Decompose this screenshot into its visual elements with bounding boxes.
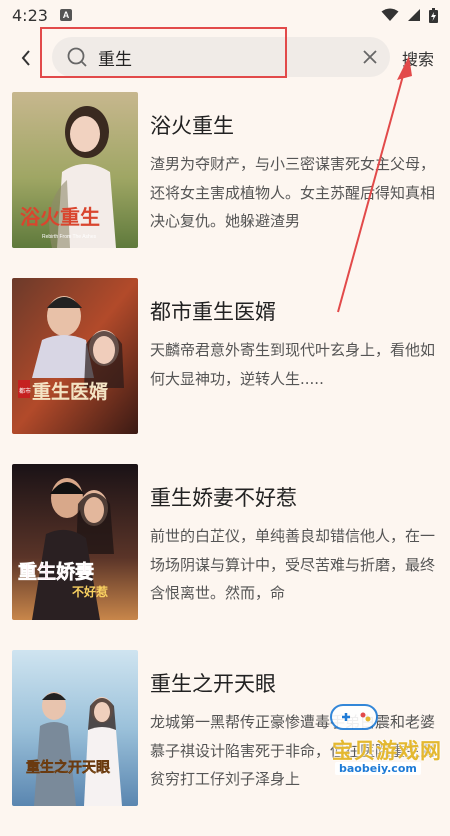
watermark: 宝贝游戏网 baobeiy.com bbox=[305, 695, 450, 785]
cover-subtitle: Rebirth From The Ashes bbox=[42, 234, 97, 240]
result-description: 天麟帝君意外寄生到现代叶玄身上，看他如何大显神功，逆转人生..... bbox=[150, 341, 435, 388]
gamepad-icon bbox=[330, 704, 378, 730]
cover-image: 重生之开天眼 bbox=[12, 650, 138, 806]
cover-title: 浴火重生 bbox=[20, 205, 100, 229]
cover-image: 都市 重生医婿 bbox=[12, 278, 138, 434]
search-icon bbox=[67, 47, 87, 67]
cover-title: 重生娇妻 bbox=[18, 560, 94, 583]
list-item[interactable]: 都市 重生医婿 都市重生医婿 天麟帝君意外寄生到现代叶玄身上，看他如何大显神功，… bbox=[0, 278, 450, 464]
result-title: 重生之开天眼 bbox=[150, 672, 276, 696]
watermark-text: 宝贝游戏网 bbox=[332, 739, 442, 763]
clear-icon[interactable] bbox=[362, 49, 378, 65]
cover-image: 重生娇妻 不好惹 bbox=[12, 464, 138, 620]
wifi-icon bbox=[381, 8, 399, 21]
result-title: 浴火重生 bbox=[150, 114, 234, 138]
status-left: 4:23 A bbox=[12, 6, 72, 25]
back-button[interactable] bbox=[6, 30, 46, 86]
status-bar: 4:23 A bbox=[0, 0, 450, 30]
result-title: 都市重生医婿 bbox=[150, 300, 276, 324]
search-button[interactable]: 搜索 bbox=[402, 46, 434, 70]
list-item[interactable]: 重生娇妻 不好惹 重生娇妻不好惹 前世的白芷仪，单纯善良却错信他人，在一场场阴谋… bbox=[0, 464, 450, 650]
cover-subtitle: 不好惹 bbox=[72, 584, 108, 599]
cover-title: 重生医婿 bbox=[32, 380, 109, 403]
cover-subtitle: 都市 bbox=[19, 387, 31, 395]
watermark-url: baobeiy.com bbox=[335, 762, 421, 775]
signal-icon bbox=[408, 9, 420, 21]
battery-icon bbox=[429, 7, 438, 23]
back-arrow-icon bbox=[21, 50, 30, 66]
status-right bbox=[381, 7, 438, 23]
result-description: 渣男为夺财产，与小三密谋害死女主父母，还将女主害成植物人。女主苏醒后得知真相决心… bbox=[150, 155, 435, 230]
status-time: 4:23 bbox=[12, 5, 48, 25]
notification-icon: A bbox=[59, 9, 72, 21]
search-input[interactable] bbox=[98, 37, 338, 77]
list-item[interactable]: 浴火重生 Rebirth From The Ashes 浴火重生 渣男为夺财产，… bbox=[0, 92, 450, 278]
result-description: 前世的白芷仪，单纯善良却错信他人，在一场场阴谋与算计中，受尽苦难与折磨，最终含恨… bbox=[150, 527, 435, 602]
cover-image: 浴火重生 Rebirth From The Ashes bbox=[12, 92, 138, 248]
search-bar bbox=[0, 30, 450, 86]
result-title: 重生娇妻不好惹 bbox=[150, 486, 297, 510]
search-box[interactable] bbox=[52, 37, 390, 77]
cover-title: 重生之开天眼 bbox=[26, 759, 110, 776]
